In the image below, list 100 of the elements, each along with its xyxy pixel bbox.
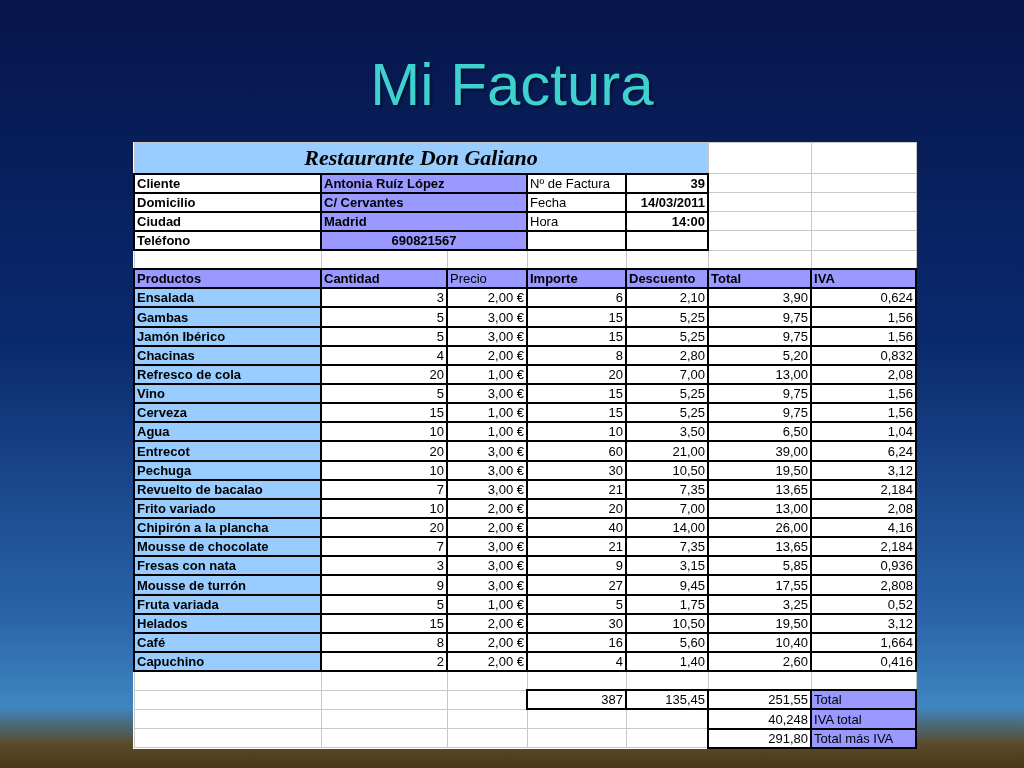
table-cell: 2,80	[626, 345, 709, 365]
table-cell: 2,184	[811, 479, 917, 499]
table-cell: 15	[321, 403, 447, 423]
table-cell: 8	[527, 345, 626, 365]
table-cell: 10	[321, 422, 447, 442]
column-header: Productos	[134, 269, 321, 289]
table-cell: 14,00	[626, 518, 709, 538]
table-cell: Hora	[527, 211, 626, 231]
table-cell: 5,20	[708, 345, 812, 365]
table-cell: 3,00 €	[447, 479, 527, 499]
table-cell: 3,90	[708, 288, 812, 308]
table-cell: 3,00 €	[447, 441, 527, 461]
table-cell: 20	[321, 441, 447, 461]
table-cell: Nº de Factura	[527, 173, 626, 193]
table-cell: Ciudad	[134, 211, 321, 231]
table-cell: 16	[527, 632, 626, 652]
table-cell: 7	[321, 479, 447, 499]
table-cell: 5,25	[626, 384, 709, 404]
table-cell: 13,00	[708, 498, 812, 519]
table-cell: 2,10	[626, 288, 709, 308]
table-cell: 5	[321, 594, 447, 614]
table-cell: 5	[321, 326, 447, 346]
table-cell: 1,56	[811, 307, 917, 327]
table-cell: 7,35	[626, 537, 709, 557]
slide-title: Mi Factura	[369, 50, 655, 120]
table-cell: Domicilio	[134, 192, 321, 212]
table-cell: 4	[527, 652, 626, 672]
table-cell: 5	[321, 384, 447, 404]
table-cell: 40	[527, 518, 626, 538]
table-cell: 7,35	[626, 479, 709, 499]
table-cell: 1,75	[626, 594, 709, 614]
table-cell: 0,832	[811, 345, 917, 365]
table-cell: 5,25	[626, 403, 709, 423]
table-cell: 3,00 €	[447, 537, 527, 557]
table-cell: 3,12	[811, 460, 917, 480]
table-cell: 3,00 €	[447, 575, 527, 595]
table-cell: 7,00	[626, 498, 709, 519]
table-cell: 0,416	[811, 652, 917, 672]
table-cell: 6,24	[811, 441, 917, 461]
table-cell: 9,45	[626, 575, 709, 595]
table-cell: 10	[321, 460, 447, 480]
table-cell: 1,40	[626, 652, 709, 672]
table-cell: 15	[527, 307, 626, 327]
column-header: Cantidad	[321, 269, 447, 289]
table-cell: 19,50	[708, 460, 812, 480]
table-cell: 3,00 €	[447, 326, 527, 346]
table-cell: 20	[527, 364, 626, 385]
table-cell: 20	[527, 498, 626, 519]
table-cell: 4,16	[811, 518, 917, 538]
table-cell: 1,56	[811, 326, 917, 346]
table-cell: 5	[527, 594, 626, 614]
table-cell: 2,00 €	[447, 345, 527, 365]
table-cell: 0,624	[811, 288, 917, 308]
table-cell: 20	[321, 518, 447, 538]
table-cell: 2,60	[708, 652, 812, 672]
column-header: Precio	[447, 269, 527, 289]
table-cell: 3,50	[626, 422, 709, 442]
table-cell: 2,00 €	[447, 632, 527, 652]
table-cell: 26,00	[708, 518, 812, 538]
table-cell: 5,25	[626, 307, 709, 327]
table-cell: 10,50	[626, 460, 709, 480]
table-cell: 19,50	[708, 613, 812, 633]
table-cell: 3,00 €	[447, 384, 527, 404]
table-cell: 9,75	[708, 326, 812, 346]
table-cell: 9,75	[708, 307, 812, 327]
table-cell: 9	[527, 556, 626, 576]
table-cell: 3,00 €	[447, 556, 527, 576]
table-cell: 3,00 €	[447, 307, 527, 327]
table-cell: Antonia Ruíz López	[321, 173, 527, 193]
table-cell: 5,85	[708, 556, 812, 576]
table-cell: 2,184	[811, 537, 917, 557]
table-cell: 8	[321, 632, 447, 652]
table-cell: 5	[321, 307, 447, 327]
table-cell: 13,65	[708, 479, 812, 499]
table-cell: 14/03/2011	[626, 192, 709, 212]
table-cell: 14:00	[626, 211, 709, 231]
table-cell: 1,664	[811, 632, 917, 652]
table-cell: 1,04	[811, 422, 917, 442]
table-cell: Cliente	[134, 173, 321, 193]
table-cell: 1,00 €	[447, 364, 527, 385]
column-header: IVA	[811, 269, 917, 289]
table-cell: 3,00 €	[447, 460, 527, 480]
table-cell: 7,00	[626, 364, 709, 385]
table-cell: 1,00 €	[447, 594, 527, 614]
table-cell: 17,55	[708, 575, 812, 595]
table-cell: 21	[527, 537, 626, 557]
restaurant-name: Restaurante Don Galiano	[134, 142, 709, 174]
table-cell: 3,12	[811, 613, 917, 633]
table-cell: 3	[321, 288, 447, 308]
table-cell: 5,25	[626, 326, 709, 346]
table-cell: 9	[321, 575, 447, 595]
table-cell: 3	[321, 556, 447, 576]
table-cell: 10,40	[708, 632, 812, 652]
table-cell: Gambas	[134, 307, 321, 327]
table-cell: 13,00	[708, 364, 812, 385]
table-cell: Helados	[134, 613, 321, 633]
table-cell: 291,80	[708, 728, 812, 748]
table-cell: 3,25	[708, 594, 812, 614]
table-cell: 6,50	[708, 422, 812, 442]
table-cell: 2,808	[811, 575, 917, 595]
